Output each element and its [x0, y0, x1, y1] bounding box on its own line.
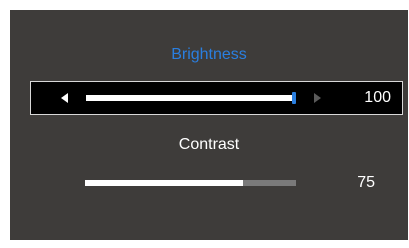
contrast-label: Contrast — [178, 136, 240, 153]
brightness-slider[interactable] — [86, 92, 296, 104]
contrast-value: 75 — [357, 174, 375, 191]
brightness-slider-handle[interactable] — [292, 92, 296, 104]
brightness-setting-row[interactable]: 100 — [30, 81, 403, 115]
osd-menu-panel: Brightness 100 Contrast 75 — [10, 10, 408, 240]
right-arrow-icon[interactable] — [314, 93, 321, 103]
contrast-slider[interactable] — [85, 180, 296, 186]
left-arrow-icon[interactable] — [61, 93, 68, 103]
contrast-slider-fill — [85, 180, 244, 186]
brightness-label: Brightness — [171, 46, 247, 63]
brightness-slider-fill — [86, 95, 294, 101]
brightness-value: 100 — [364, 89, 391, 106]
